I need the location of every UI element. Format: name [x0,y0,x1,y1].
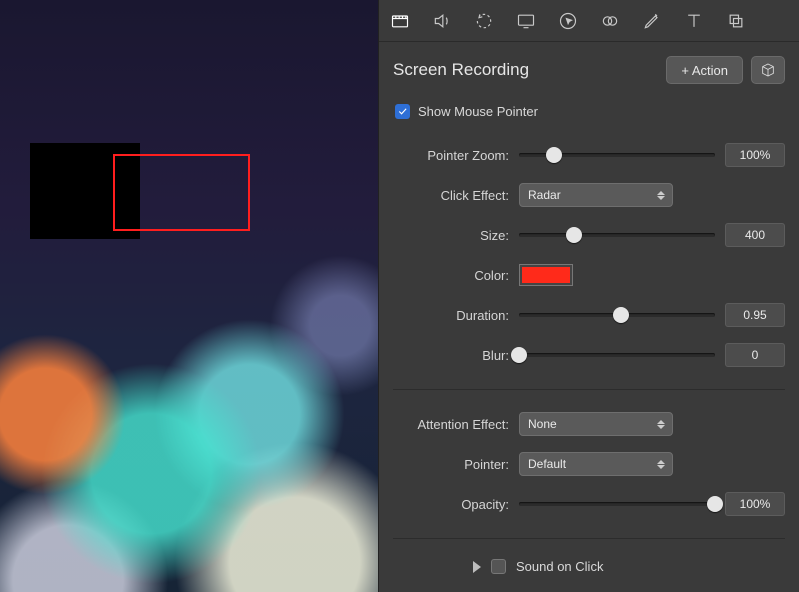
value-pointer-zoom[interactable]: 100% [725,143,785,167]
inspector-toolbar [379,0,799,42]
label-pointer-zoom: Pointer Zoom: [393,148,519,163]
text-tab-icon[interactable] [683,10,705,32]
value-blur[interactable]: 0 [725,343,785,367]
dropdown-attention[interactable]: None [519,412,673,436]
row-size: Size: 400 [393,215,785,255]
label-opacity: Opacity: [393,497,519,512]
annotate-tab-icon[interactable] [641,10,663,32]
label-duration: Duration: [393,308,519,323]
slider-size[interactable] [519,225,715,245]
row-attention: Attention Effect: None [393,404,785,444]
row-blur: Blur: 0 [393,335,785,375]
row-opacity: Opacity: 100% [393,484,785,524]
sound-on-click-label: Sound on Click [516,559,603,574]
copy-tab-icon[interactable] [725,10,747,32]
row-pointer: Pointer: Default [393,444,785,484]
label-color: Color: [393,268,519,283]
slider-blur[interactable] [519,345,715,365]
color-well[interactable] [519,264,573,286]
section-divider [393,389,785,390]
inspector-panel: Screen Recording + Action Show Mouse Poi… [378,0,799,592]
slider-duration[interactable] [519,305,715,325]
preview-canvas[interactable] [0,0,378,592]
value-size[interactable]: 400 [725,223,785,247]
label-pointer: Pointer: [393,457,519,472]
row-duration: Duration: 0.95 [393,295,785,335]
value-opacity[interactable]: 100% [725,492,785,516]
label-blur: Blur: [393,348,519,363]
dropdown-pointer-value: Default [528,457,566,471]
panel-title: Screen Recording [393,60,666,80]
dropdown-attention-value: None [528,417,557,431]
label-click-effect: Click Effect: [393,188,519,203]
row-pointer-zoom: Pointer Zoom: 100% [393,135,785,175]
color-swatch [522,267,570,283]
row-color: Color: [393,255,785,295]
dropdown-pointer[interactable]: Default [519,452,673,476]
label-size: Size: [393,228,519,243]
display-tab-icon[interactable] [515,10,537,32]
row-sound-on-click: Sound on Click [393,553,785,574]
value-duration[interactable]: 0.95 [725,303,785,327]
audio-tab-icon[interactable] [431,10,453,32]
panel-header: Screen Recording + Action [379,42,799,96]
section-divider-2 [393,538,785,539]
slider-pointer-zoom[interactable] [519,145,715,165]
timing-tab-icon[interactable] [473,10,495,32]
selection-rectangle[interactable] [113,154,250,231]
show-mouse-pointer-label: Show Mouse Pointer [418,104,538,119]
dropdown-click-effect[interactable]: Radar [519,183,673,207]
sound-on-click-checkbox[interactable] [491,559,506,574]
cube-button[interactable] [751,56,785,84]
updown-icon [654,415,668,433]
show-mouse-pointer-row[interactable]: Show Mouse Pointer [393,98,785,135]
label-attention: Attention Effect: [393,417,519,432]
updown-icon [654,186,668,204]
dropdown-click-effect-value: Radar [528,188,561,202]
row-click-effect: Click Effect: Radar [393,175,785,215]
slider-opacity[interactable] [519,494,715,514]
link-tab-icon[interactable] [599,10,621,32]
cursor-tab-icon[interactable] [557,10,579,32]
disclosure-triangle-icon[interactable] [473,561,481,573]
show-mouse-pointer-checkbox[interactable] [395,104,410,119]
add-action-button[interactable]: + Action [666,56,743,84]
updown-icon [654,455,668,473]
video-tab-icon[interactable] [389,10,411,32]
